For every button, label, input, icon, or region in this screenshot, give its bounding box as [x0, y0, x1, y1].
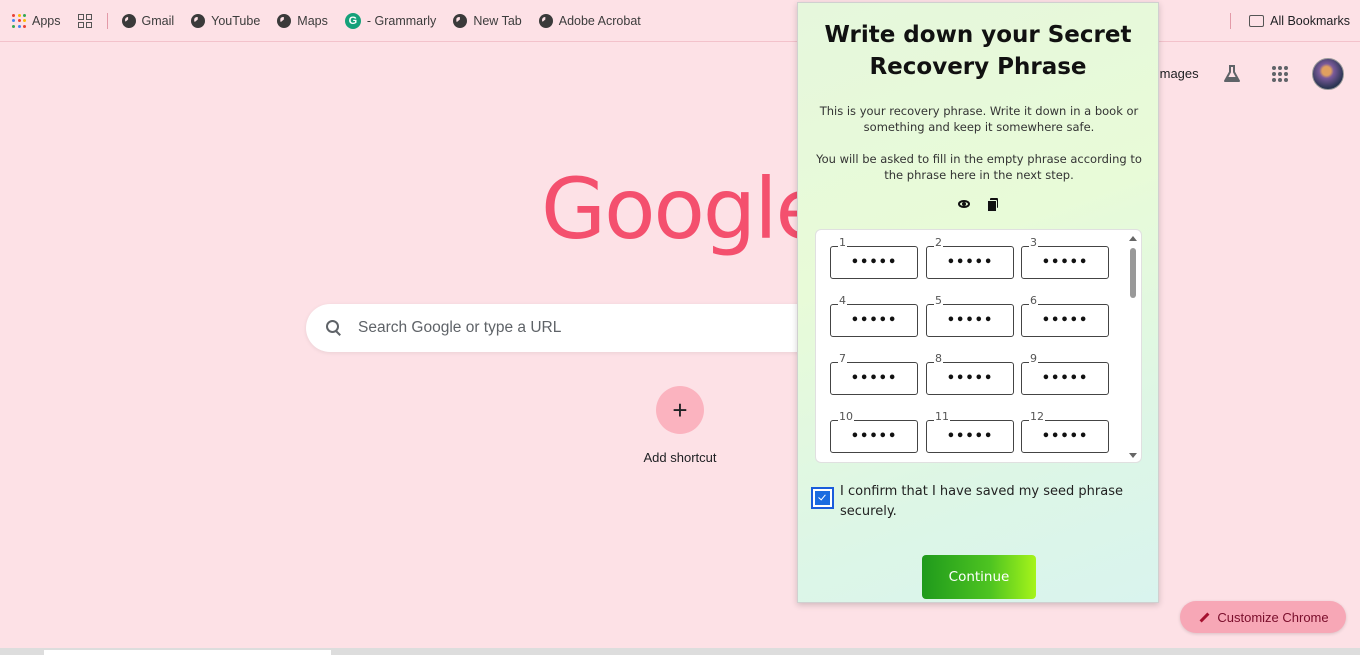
- seed-word-field[interactable]: ••••• 11: [926, 411, 1014, 453]
- seed-word-number: 9: [1029, 352, 1038, 365]
- bookmark-label: Gmail: [141, 13, 175, 28]
- seed-word-field[interactable]: ••••• 8: [926, 353, 1014, 395]
- scrollbar-thumb[interactable]: [1130, 248, 1136, 298]
- bookmark-label: Adobe Acrobat: [558, 13, 641, 28]
- popup-title: Write down your Secret Recovery Phrase: [824, 22, 1132, 80]
- seed-phrase-grid: ••••• 1 ••••• 2 ••••• 3 ••••• 4 ••••• 5 …: [815, 229, 1142, 463]
- search-box[interactable]: [306, 304, 826, 352]
- search-input[interactable]: [358, 319, 758, 337]
- google-logo: Google: [541, 160, 827, 258]
- bookmark-label: YouTube: [211, 13, 261, 28]
- seed-word-field[interactable]: ••••• 6: [1021, 295, 1109, 337]
- plus-icon: +: [656, 386, 704, 434]
- search-icon: [326, 320, 342, 336]
- bookmark-adobe-acrobat[interactable]: Adobe Acrobat: [538, 13, 641, 28]
- seed-word-number: 2: [934, 236, 943, 249]
- seed-word-field[interactable]: ••••• 3: [1021, 237, 1109, 279]
- globe-icon: [191, 13, 206, 28]
- seed-word-value: •••••: [926, 246, 1014, 279]
- seed-word-number: 7: [838, 352, 847, 365]
- avatar[interactable]: [1312, 58, 1344, 90]
- seed-word-number: 11: [934, 410, 950, 423]
- seed-grid-scrollbar[interactable]: [1127, 232, 1139, 462]
- customize-chrome-button[interactable]: Customize Chrome: [1180, 601, 1346, 633]
- seed-word-number: 6: [1029, 294, 1038, 307]
- seed-word-value: •••••: [830, 304, 918, 337]
- pencil-icon: [1197, 611, 1209, 623]
- images-link[interactable]: Images: [1156, 66, 1199, 81]
- bookmark-grammarly[interactable]: G - Grammarly: [344, 12, 437, 29]
- bookmark-apps[interactable]: Apps: [12, 13, 61, 28]
- customize-chrome-label: Customize Chrome: [1217, 609, 1329, 625]
- seed-word-value: •••••: [926, 362, 1014, 395]
- bookmark-gmail[interactable]: Gmail: [121, 13, 175, 28]
- seed-word-number: 3: [1029, 236, 1038, 249]
- grid-icon: [77, 13, 92, 28]
- google-apps-icon[interactable]: [1272, 66, 1288, 82]
- continue-button[interactable]: Continue: [922, 555, 1036, 599]
- scroll-down-arrow-icon[interactable]: [1129, 453, 1137, 458]
- seed-word-field[interactable]: ••••• 9: [1021, 353, 1109, 395]
- seed-word-value: •••••: [830, 420, 918, 453]
- apps-icon: [12, 13, 26, 28]
- checkmark-icon: [815, 491, 830, 505]
- add-shortcut-label: Add shortcut: [643, 450, 717, 465]
- popup-instructions: You will be asked to fill in the empty p…: [816, 152, 1142, 182]
- copy-icon[interactable]: [987, 198, 998, 212]
- bookmark-label: New Tab: [473, 13, 522, 28]
- seed-word-field[interactable]: ••••• 7: [830, 353, 918, 395]
- seed-word-field[interactable]: ••••• 2: [926, 237, 1014, 279]
- add-shortcut-button[interactable]: + Add shortcut: [630, 386, 730, 465]
- seed-word-value: •••••: [926, 304, 1014, 337]
- bookmark-label: Maps: [297, 13, 328, 28]
- globe-icon: [453, 13, 468, 28]
- bookmark-grid[interactable]: [77, 13, 92, 28]
- seed-word-number: 1: [838, 236, 847, 249]
- bookmark-youtube[interactable]: YouTube: [191, 13, 261, 28]
- bookmark-maps[interactable]: Maps: [277, 13, 328, 28]
- bookmarks-separator-right: [1230, 13, 1231, 29]
- bookmarks-separator: [106, 12, 108, 29]
- globe-icon: [277, 13, 292, 28]
- globe-icon: [538, 13, 553, 28]
- folder-icon: [1249, 15, 1265, 27]
- seed-word-value: •••••: [830, 246, 918, 279]
- bookmark-new-tab[interactable]: New Tab: [453, 13, 522, 28]
- seed-word-field[interactable]: ••••• 12: [1021, 411, 1109, 453]
- seed-word-value: •••••: [830, 362, 918, 395]
- labs-flask-icon[interactable]: [1222, 64, 1242, 84]
- seed-word-value: •••••: [1021, 362, 1109, 395]
- bookmark-label: - Grammarly: [366, 13, 437, 28]
- seed-word-value: •••••: [1021, 304, 1109, 337]
- seed-word-number: 4: [838, 294, 847, 307]
- confirm-row: I confirm that I have saved my seed phra…: [811, 482, 1140, 522]
- seed-word-value: •••••: [1021, 246, 1109, 279]
- grammarly-icon: G: [344, 12, 361, 29]
- seed-word-value: •••••: [1021, 420, 1109, 453]
- taskbar-item[interactable]: [44, 650, 331, 655]
- seed-word-number: 5: [934, 294, 943, 307]
- seed-word-number: 8: [934, 352, 943, 365]
- all-bookmarks-button[interactable]: All Bookmarks: [1249, 0, 1350, 42]
- eye-icon[interactable]: [958, 200, 970, 208]
- popup-description: This is your recovery phrase. Write it d…: [819, 104, 1139, 134]
- confirm-label: I confirm that I have saved my seed phra…: [840, 484, 1123, 519]
- confirm-checkbox[interactable]: [811, 487, 834, 509]
- seed-word-value: •••••: [926, 420, 1014, 453]
- seed-word-field[interactable]: ••••• 4: [830, 295, 918, 337]
- bookmark-label: Apps: [32, 13, 61, 28]
- seed-word-field[interactable]: ••••• 10: [830, 411, 918, 453]
- seed-word-field[interactable]: ••••• 1: [830, 237, 918, 279]
- globe-icon: [121, 13, 136, 28]
- seed-word-number: 10: [838, 410, 854, 423]
- all-bookmarks-label: All Bookmarks: [1270, 14, 1350, 28]
- seed-word-number: 12: [1029, 410, 1045, 423]
- scroll-up-arrow-icon[interactable]: [1129, 236, 1137, 241]
- taskbar: [0, 648, 1360, 655]
- seed-word-field[interactable]: ••••• 5: [926, 295, 1014, 337]
- recovery-phrase-popup: Write down your Secret Recovery Phrase T…: [797, 2, 1159, 603]
